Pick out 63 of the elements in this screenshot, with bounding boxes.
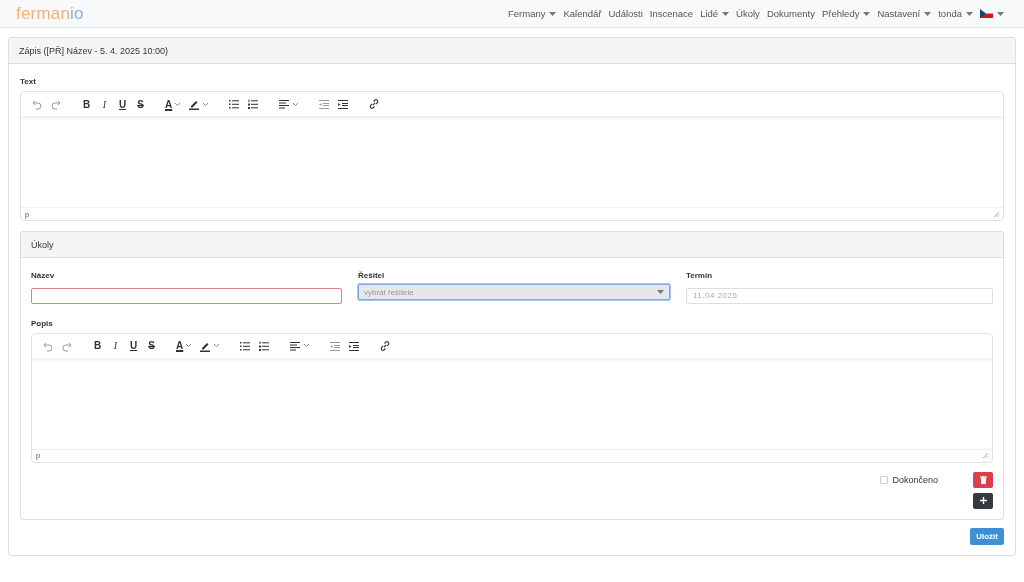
caret-icon <box>657 290 664 294</box>
resize-handle-icon[interactable] <box>994 211 999 217</box>
field-label: Řešitel <box>358 271 386 280</box>
align-button[interactable] <box>289 339 311 352</box>
nav-link[interactable]: Nastavení <box>877 8 932 19</box>
text-color-button[interactable]: A <box>176 340 193 351</box>
caret-icon <box>997 11 1004 16</box>
field-label: Název <box>31 271 56 280</box>
nav-link[interactable]: Lidé <box>700 8 730 19</box>
nav-link[interactable]: Přehledy <box>821 8 871 19</box>
panel-title: Úkoly <box>31 239 54 250</box>
date-field[interactable]: 11.04.2025 <box>686 287 993 304</box>
nav-link[interactable]: Události <box>608 8 643 19</box>
add-button[interactable] <box>973 492 993 509</box>
italic-button[interactable]: I <box>110 340 121 351</box>
text-color-button[interactable]: A <box>165 98 182 110</box>
nav-link[interactable]: Dokumenty <box>766 8 815 19</box>
field-label: Text <box>20 77 37 86</box>
caret-icon <box>924 11 932 16</box>
resize-handle-icon[interactable] <box>983 453 988 458</box>
align-left-icon <box>278 98 291 110</box>
link-icon[interactable] <box>368 98 381 110</box>
strike-button[interactable]: S <box>146 340 157 351</box>
outdent-icon[interactable] <box>318 98 331 110</box>
align-left-icon <box>289 339 302 352</box>
redo-icon[interactable] <box>50 98 62 110</box>
numbered-list-icon[interactable] <box>258 339 271 352</box>
nav-link[interactable]: tonda <box>938 8 973 19</box>
bold-button[interactable]: B <box>81 98 92 110</box>
italic-button[interactable]: I <box>99 98 110 110</box>
bullet-list-icon[interactable] <box>239 339 252 352</box>
align-button[interactable] <box>278 98 300 110</box>
undo-icon[interactable] <box>31 98 43 110</box>
numbered-list-icon[interactable] <box>247 98 260 110</box>
indent-icon[interactable] <box>337 98 350 110</box>
caret-icon <box>549 11 557 16</box>
input-field[interactable] <box>31 287 342 304</box>
delete-button[interactable] <box>973 471 993 488</box>
field-label: Termín <box>686 271 714 280</box>
underline-button[interactable]: U <box>128 340 139 351</box>
caret-icon <box>863 11 871 16</box>
highlight-icon <box>188 98 201 110</box>
plus-icon <box>979 497 987 504</box>
caret-icon <box>966 11 973 16</box>
done-checkbox[interactable]: Dokončeno <box>880 474 938 485</box>
link-icon[interactable] <box>379 339 392 352</box>
nav-link[interactable]: Úkoly <box>736 8 760 19</box>
indent-icon[interactable] <box>348 339 361 352</box>
nav-link[interactable]: Fermany <box>508 8 557 19</box>
caret-icon <box>722 11 730 16</box>
bullet-list-icon[interactable] <box>228 98 241 110</box>
flag-icon <box>980 9 993 18</box>
strike-button[interactable]: S <box>135 98 146 110</box>
nav-link[interactable]: Inscenace <box>649 8 694 19</box>
language-menu[interactable] <box>980 9 1004 18</box>
bold-button[interactable]: B <box>92 340 103 351</box>
field-label: Popis <box>31 318 54 328</box>
outdent-icon[interactable] <box>329 339 342 352</box>
nav-link[interactable]: Kalendář <box>563 8 602 19</box>
trash-icon <box>979 475 987 484</box>
card-title: Zápis ([PŘ] Název - 5. 4. 2025 10:00) <box>19 45 169 56</box>
underline-button[interactable]: U <box>117 98 128 110</box>
highlight-button[interactable] <box>188 98 210 110</box>
